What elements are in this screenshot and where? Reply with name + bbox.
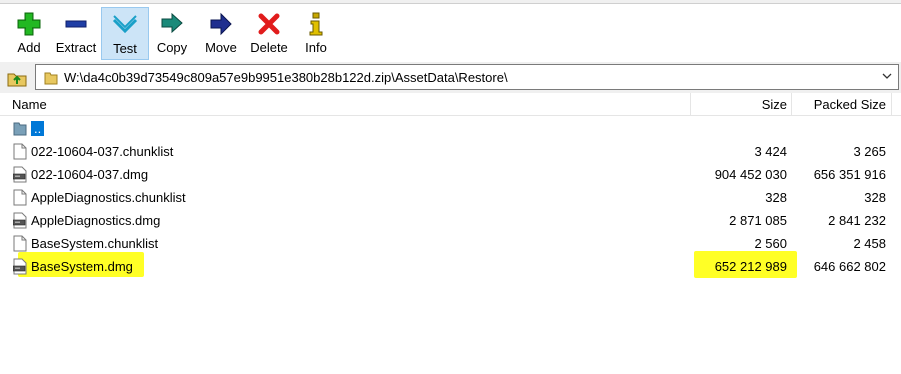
file-list: Name Size Packed Size .. 022-10604-037.c…: [0, 93, 901, 374]
address-bar: W:\da4c0b39d73549c809a57e9b9951e380b28b1…: [0, 62, 901, 93]
toolbar: Add Extract Test Copy Move Delete Info: [0, 4, 901, 60]
copy-button[interactable]: Copy: [151, 7, 193, 60]
file-name: AppleDiagnostics.dmg: [31, 213, 161, 228]
minus-icon: [65, 20, 87, 28]
chevron-down-icon[interactable]: [881, 70, 893, 82]
column-size[interactable]: Size: [762, 97, 787, 112]
file-size: 2 871 085: [729, 213, 787, 228]
info-icon: [309, 12, 323, 36]
file-packed-size: 2 841 232: [828, 213, 886, 228]
file-name: 022-10604-037.dmg: [31, 167, 149, 182]
move-button[interactable]: Move: [199, 7, 243, 60]
folder-up-row-icon: [13, 122, 27, 136]
path-text: W:\da4c0b39d73549c809a57e9b9951e380b28b1…: [64, 70, 508, 85]
folder-icon: [44, 72, 58, 85]
document-icon: [13, 189, 27, 206]
add-button[interactable]: Add: [10, 7, 48, 60]
extract-button[interactable]: Extract: [52, 7, 100, 60]
table-row[interactable]: 022-10604-037.chunklist 3 424 3 265: [0, 140, 901, 163]
delete-button[interactable]: Delete: [246, 7, 292, 60]
table-row[interactable]: ..: [0, 117, 901, 140]
table-row[interactable]: 022-10604-037.dmg 904 452 030 656 351 91…: [0, 163, 901, 186]
column-packed-size[interactable]: Packed Size: [814, 97, 886, 112]
copy-label: Copy: [156, 40, 188, 55]
column-separator: [891, 93, 892, 115]
file-packed-size: 3 265: [853, 144, 886, 159]
file-size: 3 424: [754, 144, 787, 159]
folder-up-icon[interactable]: [6, 68, 28, 88]
table-row[interactable]: BaseSystem.dmg 652 212 989 646 662 802: [0, 251, 901, 278]
file-packed-size: 328: [864, 190, 886, 205]
test-label: Test: [113, 41, 137, 56]
test-button[interactable]: Test: [101, 7, 149, 60]
table-row[interactable]: AppleDiagnostics.chunklist 328 328: [0, 186, 901, 209]
file-packed-size: 2 458: [853, 236, 886, 251]
table-row[interactable]: AppleDiagnostics.dmg 2 871 085 2 841 232: [0, 209, 901, 232]
info-label: Info: [305, 40, 327, 55]
file-name: 022-10604-037.chunklist: [31, 144, 174, 159]
info-button[interactable]: Info: [298, 7, 334, 60]
file-name: ..: [31, 121, 45, 136]
check-chevron-icon: [112, 15, 138, 34]
delete-label: Delete: [250, 40, 288, 55]
column-name[interactable]: Name: [12, 97, 47, 112]
plus-icon: [17, 12, 41, 36]
file-size: 652 212 989: [714, 259, 787, 274]
column-separator: [791, 93, 792, 115]
file-name: BaseSystem.dmg: [31, 259, 133, 274]
file-packed-size: 656 351 916: [813, 167, 886, 182]
file-size: 328: [765, 190, 787, 205]
arrow-right-icon: [210, 12, 232, 36]
path-input[interactable]: W:\da4c0b39d73549c809a57e9b9951e380b28b1…: [35, 64, 899, 90]
column-separator: [690, 93, 691, 115]
disk-image-icon: [13, 166, 27, 183]
disk-image-icon: [13, 212, 27, 229]
extract-label: Extract: [55, 40, 97, 55]
file-name: BaseSystem.chunklist: [31, 236, 159, 251]
x-icon: [258, 13, 280, 35]
file-name: AppleDiagnostics.chunklist: [31, 190, 186, 205]
file-packed-size: 646 662 802: [813, 259, 886, 274]
file-size: 904 452 030: [714, 167, 787, 182]
column-header: Name Size Packed Size: [0, 93, 901, 116]
document-icon: [13, 235, 27, 252]
disk-image-icon: [13, 258, 27, 275]
document-icon: [13, 143, 27, 160]
file-rows: .. 022-10604-037.chunklist 3 424 3 265 0…: [0, 117, 901, 278]
file-size: 2 560: [754, 236, 787, 251]
move-label: Move: [205, 40, 237, 55]
double-arrow-icon: [161, 12, 183, 34]
add-label: Add: [17, 40, 41, 55]
